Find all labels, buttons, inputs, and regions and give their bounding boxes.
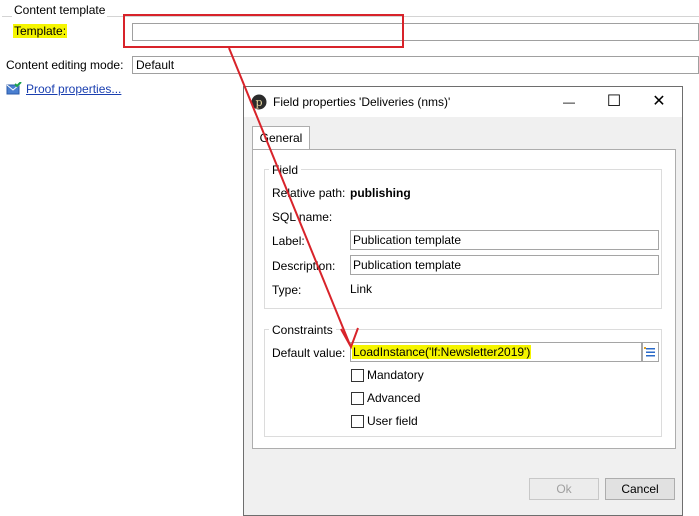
dialog-titlebar[interactable]: p Field properties 'Deliveries (nms)' — … [244,87,682,117]
content-template-group-title: Content template [12,3,108,17]
proof-properties-link[interactable]: Proof properties... [26,82,121,96]
general-tab-panel: Field Relative path: publishing SQL name… [252,149,676,449]
label-label: Label: [272,234,305,248]
type-value: Link [350,282,373,296]
dialog-title: Field properties 'Deliveries (nms)' [273,95,451,109]
envelope-check-icon [6,82,22,95]
close-button[interactable]: ✕ [636,87,682,117]
constraints-group-title: Constraints [269,323,336,337]
advanced-checkbox[interactable] [351,392,364,405]
svg-text:p: p [255,96,262,109]
type-label: Type: [272,283,302,297]
template-label-highlight: Template: [13,24,68,38]
description-input[interactable]: Publication template [350,255,659,275]
minimize-icon: — [563,95,575,109]
ok-button[interactable]: Ok [529,478,599,500]
mandatory-label: Mandatory [367,368,424,382]
advanced-label: Advanced [367,391,421,405]
minimize-button[interactable]: — [546,87,592,117]
user-field-checkbox[interactable] [351,415,364,428]
template-label: Template: [13,24,68,38]
sql-name-label: SQL name: [272,210,333,224]
list-edit-icon [644,347,655,357]
content-editing-mode-select[interactable]: Default [132,56,699,74]
close-icon: ✕ [652,93,666,110]
tab-general[interactable]: General [252,126,310,150]
field-group-title: Field [269,163,302,177]
content-editing-mode-label: Content editing mode: [6,58,124,72]
default-value-highlight: LoadInstance('lf:Newsletter2019') [352,345,532,359]
default-value-input[interactable]: LoadInstance('lf:Newsletter2019') [350,342,642,362]
user-field-label: User field [367,414,418,428]
relative-path-label: Relative path: [272,186,346,200]
maximize-button[interactable]: ☐ [591,87,637,117]
description-label: Description: [272,259,336,273]
relative-path-value: publishing [350,186,411,200]
template-annotation-box [123,14,404,48]
label-input[interactable]: Publication template [350,230,659,250]
maximize-icon: ☐ [606,93,622,110]
expression-editor-button[interactable] [642,342,659,362]
app-logo-icon: p [251,94,267,110]
cancel-button[interactable]: Cancel [605,478,675,500]
mandatory-checkbox[interactable] [351,369,364,382]
default-value-label: Default value: [272,346,346,360]
field-properties-dialog: p Field properties 'Deliveries (nms)' — … [243,86,683,516]
